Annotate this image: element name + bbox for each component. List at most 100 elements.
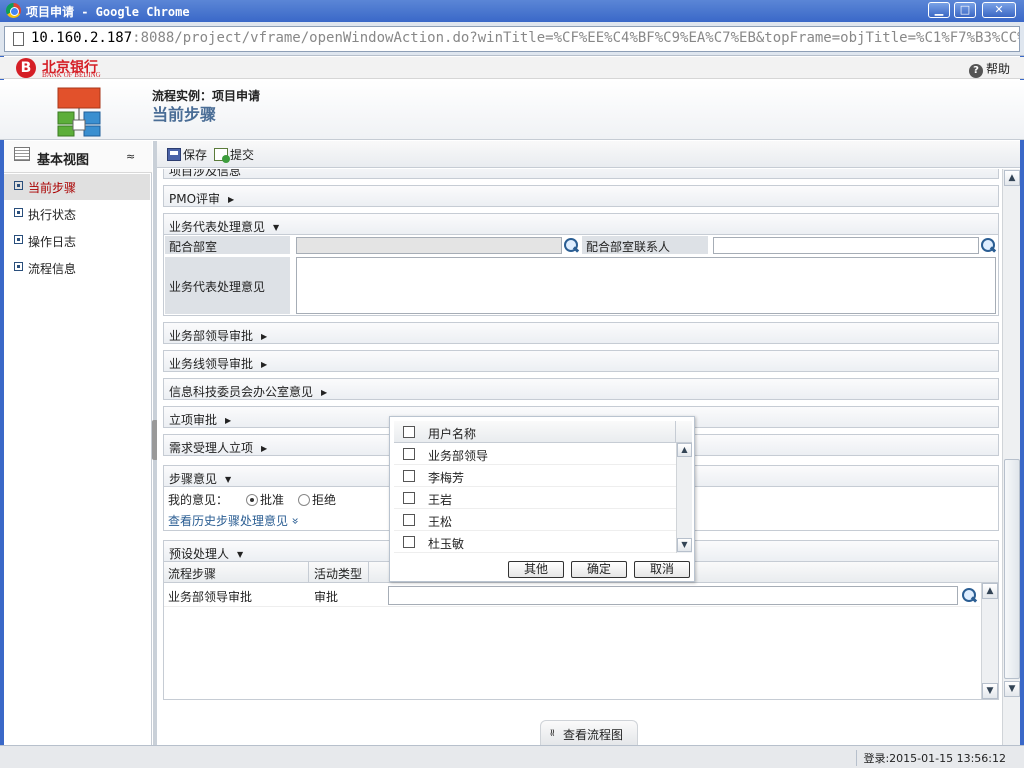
- section-biz-leader[interactable]: 业务部领导审批 ▶: [163, 322, 999, 344]
- sidebar-item-current-step[interactable]: 当前步骤: [4, 174, 150, 200]
- col-divider: [675, 421, 676, 443]
- opinion-textarea[interactable]: [296, 257, 996, 314]
- sidebar-item-operation-log[interactable]: 操作日志: [4, 228, 150, 254]
- cancel-button[interactable]: 取消: [634, 561, 690, 578]
- section-title: 业务代表处理意见 ▼: [169, 220, 280, 234]
- contact-field[interactable]: [713, 237, 979, 254]
- contact-label: 配合部室联系人: [586, 240, 671, 254]
- user-checkbox[interactable]: [403, 492, 415, 504]
- expand-arrow-icon: ▶: [225, 416, 232, 425]
- window-titlebar: 项目申请 - Google Chrome ▁ □ ✕: [0, 0, 1024, 22]
- section-title: 步骤意见 ▼: [169, 472, 232, 486]
- list-item[interactable]: 李梅芳: [394, 465, 676, 487]
- approve-radio[interactable]: 批准: [246, 491, 284, 508]
- bullet-icon: [14, 235, 23, 244]
- list-item[interactable]: 业务部领导: [394, 443, 676, 465]
- bank-logo: B 北京银行 BANK OF BEIJING: [16, 58, 101, 79]
- scroll-thumb[interactable]: [1004, 459, 1020, 679]
- reject-radio[interactable]: 拒绝: [298, 491, 336, 508]
- list-item[interactable]: 王岩: [394, 487, 676, 509]
- popup-scrollbar[interactable]: ▲ ▼: [676, 443, 692, 553]
- save-label: 保存: [183, 148, 208, 162]
- col-activity-type: 活动类型: [314, 567, 363, 581]
- section-title: 需求受理人立项 ▶: [169, 441, 268, 455]
- maximize-button[interactable]: □: [954, 2, 976, 18]
- page-icon: [13, 32, 24, 46]
- minimize-button[interactable]: ▁: [928, 2, 950, 18]
- collapse-icon[interactable]: ≈: [126, 150, 135, 163]
- double-chevron-down-icon: »: [288, 517, 303, 525]
- search-icon[interactable]: [981, 238, 996, 253]
- biz-rep-form: 配合部室 配合部室联系人 业务代表处理意见: [163, 234, 999, 316]
- submit-button[interactable]: 提交: [214, 146, 254, 163]
- sidebar-title: 基本视图: [37, 153, 90, 168]
- list-item[interactable]: 王松: [394, 509, 676, 531]
- search-icon[interactable]: [564, 238, 579, 253]
- user-name: 杜玉敏: [428, 537, 465, 551]
- scroll-down-icon[interactable]: ▼: [982, 683, 998, 699]
- sidebar-item-exec-status[interactable]: 执行状态: [4, 201, 150, 227]
- sidebar-item-label: 操作日志: [28, 235, 77, 249]
- section-title: 业务线领导审批 ▶: [169, 357, 268, 371]
- section-title: 项目涉及信息: [169, 169, 242, 178]
- scroll-up-icon[interactable]: ▲: [982, 583, 998, 599]
- user-checkbox[interactable]: [403, 448, 415, 460]
- user-name-column: 用户名称: [428, 427, 477, 441]
- save-button[interactable]: 保存: [167, 146, 207, 163]
- sidebar-item-label: 流程信息: [28, 262, 77, 276]
- user-select-popup: 用户名称 业务部领导 李梅芳 王岩 王松 杜玉敏 ▲ ▼ 其他 确定 取消: [389, 416, 695, 582]
- dept-field[interactable]: [296, 237, 562, 254]
- col-divider: [308, 562, 309, 583]
- main-scrollbar[interactable]: ▲ ▼: [1002, 169, 1020, 745]
- list-item[interactable]: 杜玉敏: [394, 531, 676, 553]
- scroll-down-icon[interactable]: ▼: [1004, 681, 1020, 697]
- scroll-up-icon[interactable]: ▲: [1004, 170, 1020, 186]
- table-scrollbar[interactable]: ▲ ▼: [981, 583, 998, 699]
- section-it-office[interactable]: 信息科技委员会办公室意见 ▶: [163, 378, 999, 400]
- help-label: 帮助: [985, 62, 1010, 76]
- user-name: 李梅芳: [428, 471, 465, 485]
- chrome-icon: [6, 3, 21, 18]
- expand-arrow-icon: ▶: [261, 444, 268, 453]
- table-row: 业务部领导审批 审批: [164, 583, 980, 607]
- user-name: 王松: [428, 515, 453, 529]
- sidebar-item-process-info[interactable]: 流程信息: [4, 255, 150, 281]
- help-link[interactable]: ? 帮助: [968, 60, 1010, 78]
- ok-button[interactable]: 确定: [571, 561, 627, 578]
- opinion-label-cell: 业务代表处理意见: [165, 257, 290, 314]
- section-line-leader[interactable]: 业务线领导审批 ▶: [163, 350, 999, 372]
- col-divider: [368, 562, 369, 583]
- history-link[interactable]: 查看历史步骤处理意见 »: [168, 512, 303, 529]
- url-host: 10.160.2.187: [31, 30, 133, 46]
- url-field[interactable]: 10.160.2.187:8088/project/vframe/openWin…: [4, 26, 1020, 52]
- double-chevron-up-icon: ≈: [547, 728, 559, 737]
- select-all-checkbox[interactable]: [403, 426, 415, 438]
- other-button[interactable]: 其他: [508, 561, 564, 578]
- bullet-icon: [14, 181, 23, 190]
- expand-arrow-icon: ▶: [228, 195, 235, 204]
- scroll-up-icon[interactable]: ▲: [677, 443, 692, 457]
- handler-field[interactable]: [388, 586, 958, 605]
- radio-unchecked-icon: [298, 494, 310, 506]
- user-name: 王岩: [428, 493, 453, 507]
- user-checkbox[interactable]: [403, 514, 415, 526]
- user-checkbox[interactable]: [403, 470, 415, 482]
- submit-label: 提交: [230, 148, 255, 162]
- section-pmo[interactable]: PMO评审 ▶: [163, 185, 999, 207]
- search-icon[interactable]: [962, 588, 977, 603]
- user-checkbox[interactable]: [403, 536, 415, 548]
- scroll-down-icon[interactable]: ▼: [677, 538, 692, 552]
- my-opinion-label: 我的意见：: [168, 493, 229, 507]
- page-header: 流程实例：项目申请 当前步骤: [0, 80, 1024, 140]
- section-project-info[interactable]: 项目涉及信息: [163, 169, 999, 179]
- opinion-label: 业务代表处理意见: [169, 280, 266, 294]
- submit-icon: [214, 148, 230, 163]
- cell-activity-type: 审批: [314, 590, 339, 604]
- section-title: 业务部领导审批 ▶: [169, 329, 268, 343]
- section-biz-rep[interactable]: 业务代表处理意见 ▼: [163, 213, 999, 235]
- section-title: 预设处理人 ▼: [169, 547, 244, 561]
- cell-step: 业务部领导审批: [168, 590, 253, 604]
- collapse-arrow-icon: ▼: [273, 223, 280, 232]
- close-window-button[interactable]: ✕: [982, 2, 1016, 18]
- view-flowchart-button[interactable]: ≈ 查看流程图: [540, 720, 638, 746]
